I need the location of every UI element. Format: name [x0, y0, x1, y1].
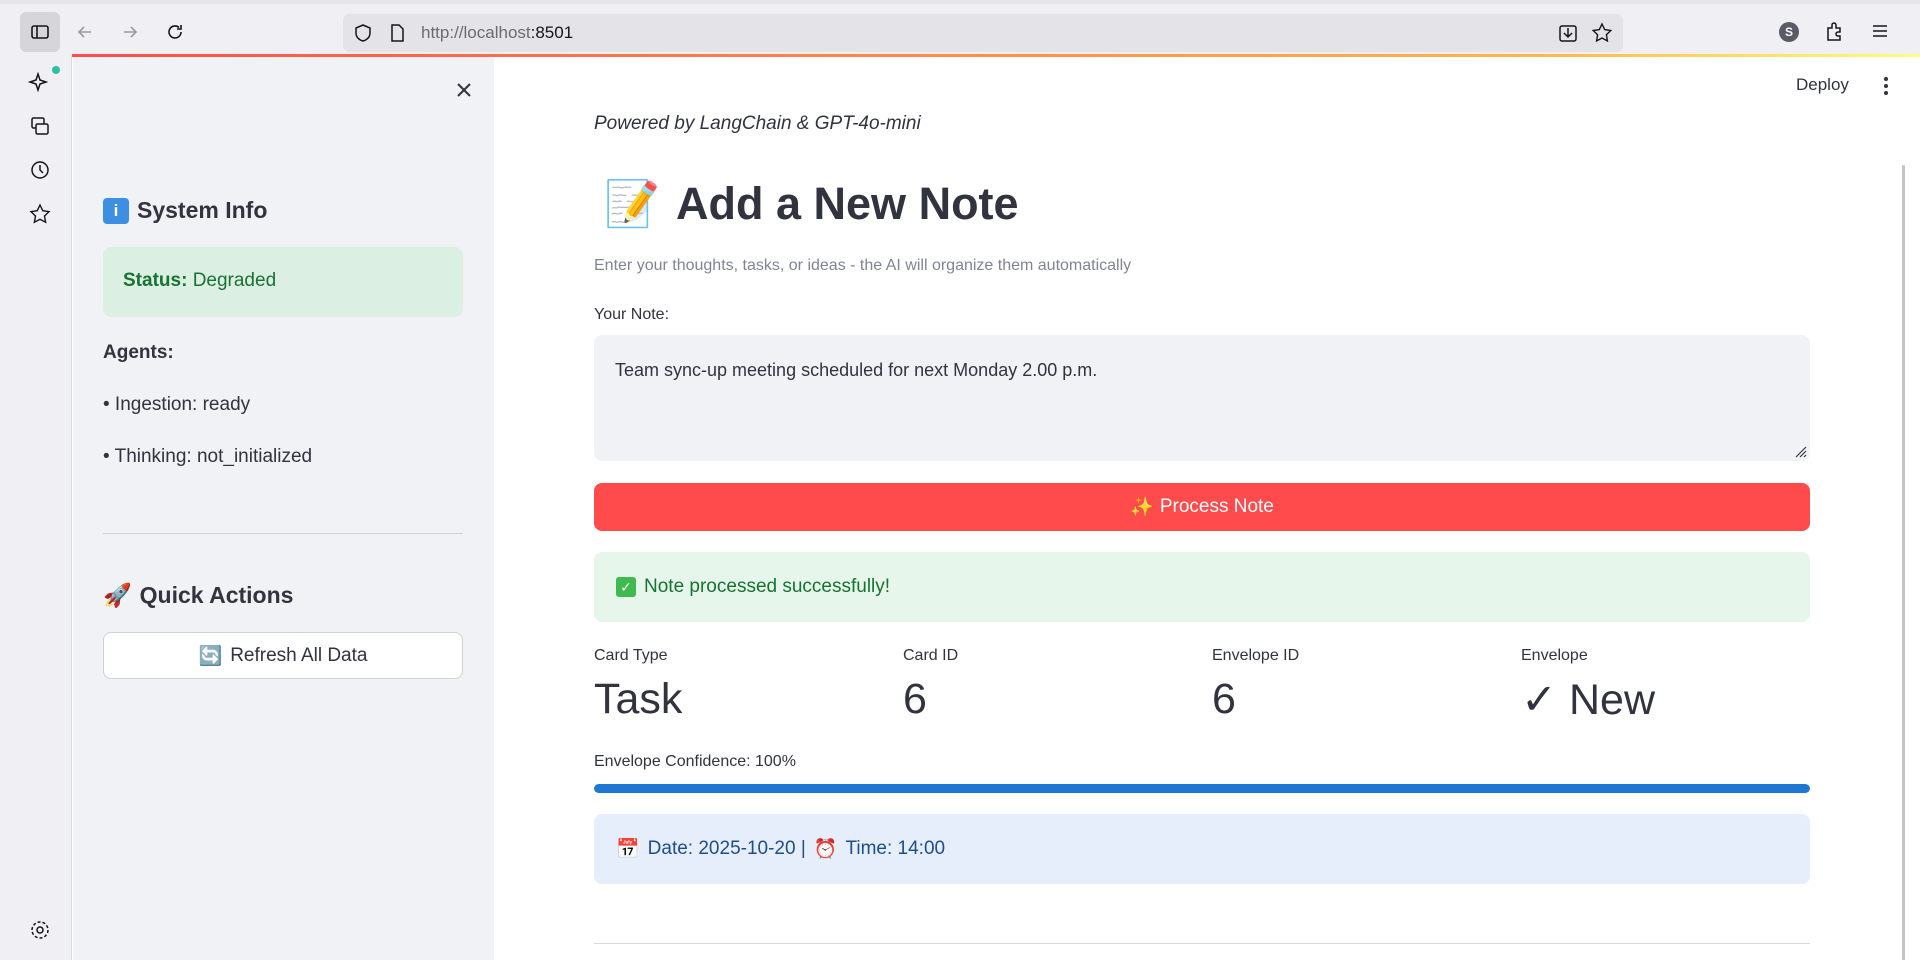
refresh-icon: 🔄	[198, 645, 223, 667]
agents-heading: Agents:	[103, 342, 174, 363]
notification-dot	[52, 66, 60, 74]
note-label: Your Note:	[594, 306, 670, 323]
process-note-button[interactable]: ✨ Process Note	[594, 483, 1810, 531]
address-bar[interactable]: http://localhost:8501	[343, 14, 1623, 52]
history-icon[interactable]	[28, 158, 52, 182]
back-arrow-icon[interactable]	[65, 12, 105, 52]
bookmark-star-icon[interactable]	[1591, 22, 1613, 44]
metric-card-id: Card ID 6	[903, 647, 959, 723]
refresh-all-data-button[interactable]: 🔄 Refresh All Data	[103, 632, 463, 679]
agent-ingestion: • Ingestion: ready	[103, 394, 251, 415]
page-title: 📝 Add a New Note	[604, 177, 1019, 230]
sparkles-icon: ✨	[1130, 497, 1154, 518]
extensions-icon[interactable]	[1824, 20, 1846, 42]
synced-tabs-icon[interactable]	[28, 114, 52, 138]
metric-envelope: Envelope ✓ New	[1521, 647, 1655, 724]
page-icon[interactable]	[387, 23, 407, 43]
powered-by-text: Powered by LangChain & GPT-4o-mini	[594, 113, 921, 134]
bookmarks-star-icon[interactable]	[28, 202, 52, 226]
memo-icon: 📝	[604, 178, 661, 229]
scrollbar[interactable]	[1902, 165, 1905, 960]
close-icon[interactable]	[451, 77, 477, 103]
calendar-icon: 📅	[616, 839, 640, 860]
alarm-clock-icon: ⏰	[813, 839, 838, 860]
browser-toolbar: http://localhost:8501 S	[0, 0, 1920, 56]
time-text: Time: 14:00	[845, 838, 946, 859]
kebab-menu-icon[interactable]	[1876, 74, 1896, 98]
bottom-divider	[594, 943, 1810, 944]
reload-icon[interactable]	[155, 12, 195, 52]
page-subtitle: Enter your thoughts, tasks, or ideas - t…	[594, 257, 1132, 274]
main-content: Deploy Powered by LangChain & GPT-4o-min…	[494, 57, 1920, 960]
confidence-progress-bar	[594, 784, 1810, 793]
system-info-heading: i System Info	[103, 197, 267, 224]
forward-arrow-icon[interactable]	[110, 12, 150, 52]
status-box: Status: Degraded	[103, 247, 463, 317]
progress-fill	[594, 784, 1810, 793]
hamburger-menu-icon[interactable]	[1869, 20, 1891, 42]
save-to-pocket-icon[interactable]	[1557, 22, 1579, 44]
note-value: Team sync-up meeting scheduled for next …	[615, 360, 1098, 380]
rocket-icon: 🚀	[103, 582, 132, 608]
status-value: Degraded	[192, 270, 277, 291]
sidebar-toggle-icon[interactable]	[20, 12, 60, 52]
confidence-label: Envelope Confidence: 100%	[594, 753, 796, 770]
info-icon: i	[103, 197, 129, 224]
quick-actions-heading: 🚀 Quick Actions	[103, 582, 294, 608]
app-sidebar: i System Info Status: Degraded Agents: •…	[73, 57, 494, 960]
metric-card-type: Card Type Task	[594, 647, 683, 723]
success-alert: ✓ Note processed successfully!	[594, 552, 1810, 622]
ai-sparkle-icon[interactable]	[28, 70, 52, 94]
check-icon: ✓	[616, 577, 636, 597]
browser-sidebar-strip	[0, 56, 72, 960]
date-text: Date: 2025-10-20 |	[647, 838, 806, 859]
agent-thinking: • Thinking: not_initialized	[103, 446, 313, 467]
note-textarea[interactable]: Team sync-up meeting scheduled for next …	[594, 335, 1810, 461]
shield-icon[interactable]	[353, 23, 373, 43]
settings-gear-icon[interactable]	[28, 918, 52, 942]
account-icon[interactable]: S	[1779, 22, 1799, 42]
metric-envelope-id: Envelope ID 6	[1212, 647, 1300, 723]
date-time-info: 📅 Date: 2025-10-20 | ⏰ Time: 14:00	[594, 814, 1810, 884]
deploy-button[interactable]: Deploy	[1796, 75, 1849, 95]
url-text[interactable]: http://localhost:8501	[421, 23, 573, 43]
sidebar-divider	[103, 533, 463, 534]
resize-handle-icon[interactable]	[1791, 442, 1807, 458]
